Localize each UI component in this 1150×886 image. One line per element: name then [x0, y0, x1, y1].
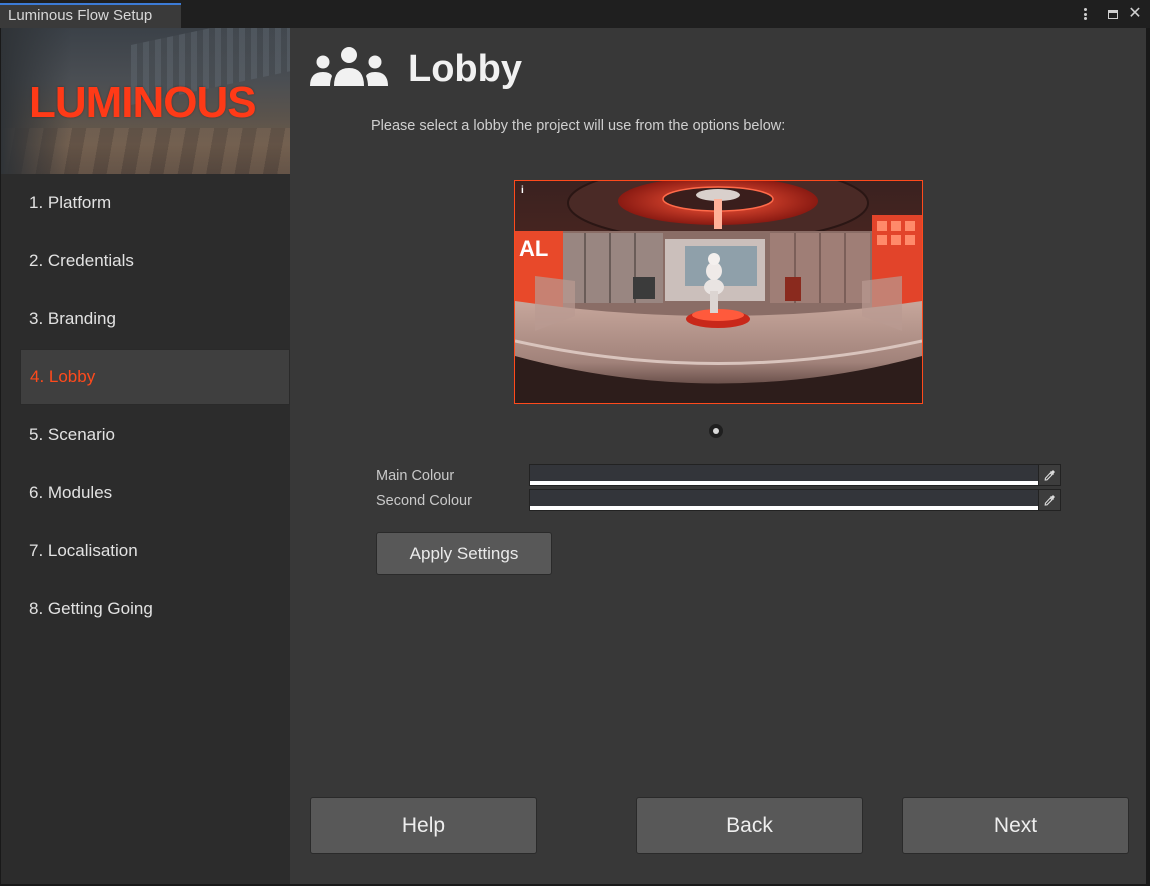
carousel-indicator[interactable]: [709, 424, 723, 438]
next-button[interactable]: Next: [902, 797, 1129, 854]
maximize-icon[interactable]: [1106, 6, 1120, 22]
page-title: Lobby: [408, 48, 522, 90]
brand-banner: LUMINOUS: [1, 28, 290, 174]
group-users-icon: [310, 47, 388, 86]
title-bar: Luminous Flow Setup ✕: [0, 0, 1150, 28]
second-colour-swatch[interactable]: [530, 490, 1039, 510]
main-colour-label: Main Colour: [376, 468, 455, 484]
eyedropper-icon[interactable]: [1038, 490, 1060, 510]
sidebar-item-modules[interactable]: 6. Modules: [1, 464, 290, 522]
lobby-preview-image[interactable]: AL i: [514, 180, 923, 404]
instruction-text: Please select a lobby the project will u…: [371, 118, 786, 134]
setup-window: LUMINOUS 1. Platform 2. Credentials 3. B…: [1, 28, 1146, 884]
main-colour-field[interactable]: [529, 464, 1061, 486]
sidebar-item-platform[interactable]: 1. Platform: [1, 174, 290, 232]
help-button[interactable]: Help: [310, 797, 537, 854]
window-controls: ✕: [1084, 6, 1142, 22]
sidebar-item-branding[interactable]: 3. Branding: [1, 290, 290, 348]
info-icon[interactable]: i: [521, 185, 524, 196]
close-icon[interactable]: ✕: [1128, 6, 1142, 22]
brand-logo: LUMINOUS: [29, 78, 257, 127]
step-nav: 1. Platform 2. Credentials 3. Branding 4…: [1, 174, 290, 638]
sidebar-item-credentials[interactable]: 2. Credentials: [1, 232, 290, 290]
second-colour-field[interactable]: [529, 489, 1061, 511]
main-panel: Lobby Please select a lobby the project …: [290, 28, 1146, 884]
sidebar: LUMINOUS 1. Platform 2. Credentials 3. B…: [1, 28, 290, 884]
lobby-render: AL: [515, 181, 922, 403]
sidebar-item-localisation[interactable]: 7. Localisation: [1, 522, 290, 580]
sidebar-item-getting-going[interactable]: 8. Getting Going: [1, 580, 290, 638]
second-colour-label: Second Colour: [376, 493, 472, 509]
back-button[interactable]: Back: [636, 797, 863, 854]
eyedropper-icon[interactable]: [1038, 465, 1060, 485]
svg-text:AL: AL: [519, 236, 548, 261]
main-colour-swatch[interactable]: [530, 465, 1039, 485]
more-options-icon[interactable]: [1084, 6, 1098, 22]
window-tab[interactable]: Luminous Flow Setup: [0, 3, 181, 28]
sidebar-item-lobby[interactable]: 4. Lobby: [20, 349, 290, 405]
sidebar-item-scenario[interactable]: 5. Scenario: [1, 406, 290, 464]
apply-settings-button[interactable]: Apply Settings: [376, 532, 552, 575]
